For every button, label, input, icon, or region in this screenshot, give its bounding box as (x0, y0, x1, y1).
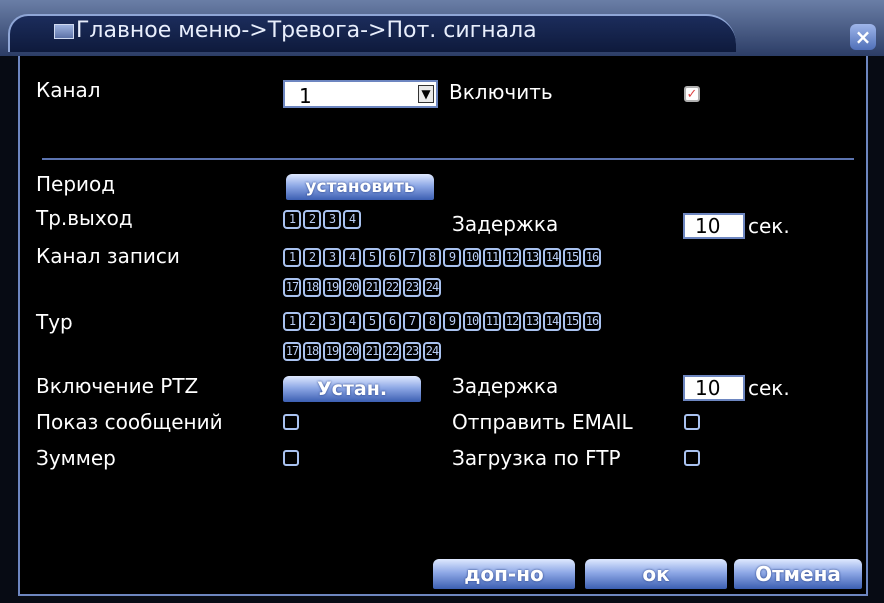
record-channel-chip[interactable]: 9 (443, 248, 461, 267)
channel-select[interactable]: 1 ▼ (283, 80, 438, 108)
alarm-out-delay-label: Задержка (452, 212, 559, 236)
record-channel-chip[interactable]: 15 (563, 248, 581, 267)
record-channel-chip[interactable]: 7 (403, 248, 421, 267)
record-channel-chips-row1: 1 2 3 4 5 6 7 8 9 10 11 12 13 14 15 16 (283, 248, 601, 267)
record-channel-chip[interactable]: 2 (303, 248, 321, 267)
tour-chip[interactable]: 8 (423, 312, 441, 331)
alarm-out-chip[interactable]: 4 (343, 210, 361, 229)
tour-label: Тур (36, 310, 73, 334)
record-channel-chip[interactable]: 19 (323, 278, 341, 297)
alarm-out-chip[interactable]: 1 (283, 210, 301, 229)
record-channel-chip[interactable]: 17 (283, 278, 301, 297)
tour-chip[interactable]: 18 (303, 342, 321, 361)
ok-button[interactable]: ок (585, 559, 727, 589)
record-channel-chip[interactable]: 22 (383, 278, 401, 297)
tour-chip[interactable]: 16 (583, 312, 601, 331)
period-set-button[interactable]: установить (286, 174, 434, 200)
tour-chip[interactable]: 13 (523, 312, 541, 331)
tour-chip[interactable]: 23 (403, 342, 421, 361)
record-channel-chip[interactable]: 23 (403, 278, 421, 297)
ftp-upload-checkbox[interactable] (684, 450, 700, 466)
show-message-checkbox[interactable] (283, 414, 299, 430)
buzzer-label: Зуммер (36, 446, 116, 470)
record-channel-chip[interactable]: 6 (383, 248, 401, 267)
tour-chip[interactable]: 3 (323, 312, 341, 331)
tour-chip[interactable]: 22 (383, 342, 401, 361)
record-channel-chip[interactable]: 14 (543, 248, 561, 267)
ptz-delay-unit: сек. (748, 376, 790, 400)
record-channel-chip[interactable]: 11 (483, 248, 501, 267)
alarm-out-delay-unit: сек. (748, 214, 790, 238)
alarm-out-delay-input[interactable]: 10 (683, 213, 745, 239)
tour-chip[interactable]: 5 (363, 312, 381, 331)
record-channel-chip[interactable]: 13 (523, 248, 541, 267)
tour-chip[interactable]: 7 (403, 312, 421, 331)
tour-chip[interactable]: 9 (443, 312, 461, 331)
record-channel-chips-row2: 17 18 19 20 21 22 23 24 (283, 278, 441, 297)
send-email-checkbox[interactable] (684, 414, 700, 430)
tour-chip[interactable]: 24 (423, 342, 441, 361)
show-message-label: Показ сообщений (36, 410, 223, 434)
tour-chip[interactable]: 11 (483, 312, 501, 331)
advanced-button[interactable]: доп-но (433, 559, 575, 589)
buzzer-checkbox[interactable] (283, 450, 299, 466)
tour-chips-row2: 17 18 19 20 21 22 23 24 (283, 342, 441, 361)
alarm-out-chip[interactable]: 3 (323, 210, 341, 229)
tour-chip[interactable]: 15 (563, 312, 581, 331)
tour-chip[interactable]: 1 (283, 312, 301, 331)
record-channel-chip[interactable]: 12 (503, 248, 521, 267)
menu-icon (54, 24, 74, 39)
period-label: Период (36, 172, 116, 196)
record-channel-chip[interactable]: 21 (363, 278, 381, 297)
channel-value: 1 (299, 84, 312, 108)
record-channel-chip[interactable]: 1 (283, 248, 301, 267)
alarm-dialog-window: Главное меню->Тревога->Пот. сигнала × Ка… (0, 0, 884, 603)
page-title: Главное меню->Тревога->Пот. сигнала (76, 18, 537, 43)
tour-chip[interactable]: 17 (283, 342, 301, 361)
ptz-delay-label: Задержка (452, 374, 559, 398)
cancel-button[interactable]: Отмена (734, 559, 862, 589)
tour-chips-row1: 1 2 3 4 5 6 7 8 9 10 11 12 13 14 15 16 (283, 312, 601, 331)
tour-chip[interactable]: 21 (363, 342, 381, 361)
tour-chip[interactable]: 10 (463, 312, 481, 331)
chevron-down-icon[interactable]: ▼ (418, 85, 434, 103)
tour-chip[interactable]: 14 (543, 312, 561, 331)
tour-chip[interactable]: 2 (303, 312, 321, 331)
record-channel-chip[interactable]: 18 (303, 278, 321, 297)
record-channel-chip[interactable]: 5 (363, 248, 381, 267)
alarm-out-chips: 1 2 3 4 (283, 210, 361, 229)
record-channel-chip[interactable]: 16 (583, 248, 601, 267)
channel-label: Канал (36, 78, 101, 102)
tour-chip[interactable]: 4 (343, 312, 361, 331)
alarm-out-label: Тр.выход (36, 206, 133, 230)
ptz-label: Включение PTZ (36, 374, 199, 398)
close-icon[interactable]: × (850, 24, 876, 50)
enable-checkbox[interactable]: ✓ (684, 86, 700, 102)
record-channel-chip[interactable]: 8 (423, 248, 441, 267)
record-channel-label: Канал записи (36, 244, 180, 268)
record-channel-chip[interactable]: 3 (323, 248, 341, 267)
alarm-out-chip[interactable]: 2 (303, 210, 321, 229)
record-channel-chip[interactable]: 10 (463, 248, 481, 267)
record-channel-chip[interactable]: 24 (423, 278, 441, 297)
record-channel-chip[interactable]: 20 (343, 278, 361, 297)
divider (42, 158, 854, 160)
tour-chip[interactable]: 20 (343, 342, 361, 361)
ptz-set-button[interactable]: Устан. (283, 376, 421, 402)
tour-chip[interactable]: 19 (323, 342, 341, 361)
tour-chip[interactable]: 12 (503, 312, 521, 331)
enable-label: Включить (449, 80, 553, 104)
ptz-delay-input[interactable]: 10 (683, 375, 745, 401)
ftp-upload-label: Загрузка по FTP (452, 446, 621, 470)
tour-chip[interactable]: 6 (383, 312, 401, 331)
record-channel-chip[interactable]: 4 (343, 248, 361, 267)
send-email-label: Отправить EMAIL (452, 410, 633, 434)
